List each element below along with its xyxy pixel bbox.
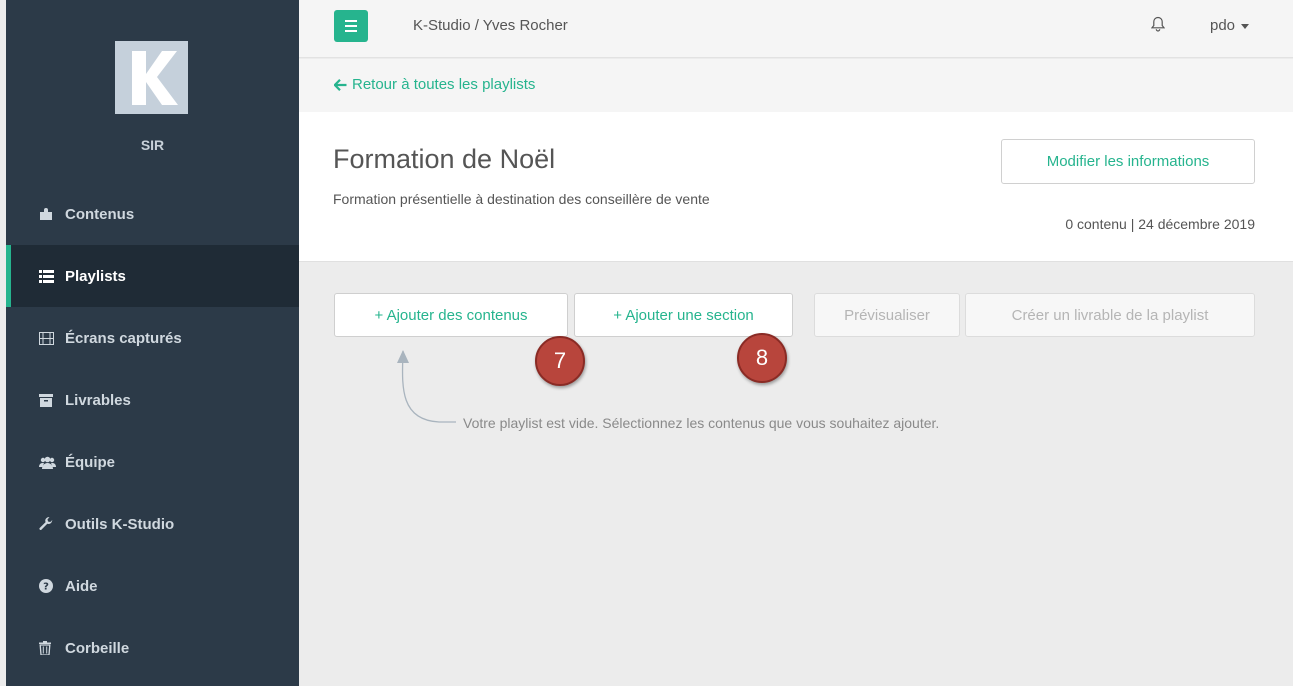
sidebar-item-label: Écrans capturés <box>65 329 182 347</box>
sidebar-item-label: Contenus <box>65 205 135 223</box>
sidebar-nav: Contenus Playlists Écrans capturés Livra… <box>6 183 299 679</box>
playlist-header: Formation de Noël Formation présentielle… <box>299 112 1293 262</box>
archive-icon <box>39 393 61 407</box>
puzzle-icon <box>39 207 61 221</box>
organization-name: SIR <box>140 137 165 153</box>
trash-icon <box>39 641 61 655</box>
sidebar-item-playlists[interactable]: Playlists <box>6 245 299 307</box>
sidebar-item-label: Outils K-Studio <box>65 515 175 533</box>
sidebar-item-label: Livrables <box>65 391 131 409</box>
sidebar-item-label: Playlists <box>65 267 126 285</box>
sidebar-item-ecrans-captures[interactable]: Écrans capturés <box>6 307 299 369</box>
hint-arrow-icon <box>397 350 456 423</box>
hamburger-icon <box>345 20 357 22</box>
users-icon <box>39 456 61 469</box>
logo <box>115 41 188 114</box>
sidebar-item-equipe[interactable]: Équipe <box>6 431 299 493</box>
callout-badge-8: 8 <box>737 333 787 383</box>
sidebar-item-label: Corbeille <box>65 639 130 657</box>
sidebar-item-contenus[interactable]: Contenus <box>6 183 299 245</box>
sidebar-item-corbeille[interactable]: Corbeille <box>6 617 299 679</box>
sidebar-item-aide[interactable]: ? Aide <box>6 555 299 617</box>
hamburger-icon <box>345 25 357 27</box>
playlist-meta: 0 contenu | 24 décembre 2019 <box>1065 216 1255 232</box>
back-bar: Retour à toutes les playlists <box>299 59 1293 112</box>
edit-info-button[interactable]: Modifier les informations <box>1001 139 1255 184</box>
add-section-button[interactable]: + Ajouter une section <box>574 293 793 337</box>
playlist-description: Formation présentielle à destination des… <box>333 191 710 207</box>
empty-playlist-hint: Votre playlist est vide. Sélectionnez le… <box>463 415 940 431</box>
menu-toggle-button[interactable] <box>334 10 368 42</box>
sidebar-item-label: Équipe <box>65 453 116 471</box>
username: pdo <box>1210 17 1236 34</box>
back-to-playlists-link[interactable]: Retour à toutes les playlists <box>334 76 535 93</box>
hamburger-icon <box>345 30 357 32</box>
breadcrumb: K-Studio / Yves Rocher <box>413 17 568 34</box>
page-title: Formation de Noël <box>333 144 556 174</box>
sidebar: SIR Contenus Playlists Écrans capturés L… <box>6 0 299 686</box>
notifications-bell-icon[interactable] <box>1150 16 1166 37</box>
create-deliverable-button: Créer un livrable de la playlist <box>965 293 1255 337</box>
question-circle-icon: ? <box>39 579 61 593</box>
add-content-button[interactable]: + Ajouter des contenus <box>334 293 568 337</box>
caret-down-icon <box>1241 23 1250 29</box>
callout-badge-7: 7 <box>535 336 585 386</box>
sidebar-item-label: Aide <box>65 577 98 595</box>
wrench-icon <box>39 517 61 531</box>
film-icon <box>39 331 61 345</box>
arrow-left-icon <box>334 78 347 91</box>
preview-button: Prévisualiser <box>814 293 960 337</box>
main-content: K-Studio / Yves Rocher pdo Retour à tout… <box>299 0 1293 686</box>
sidebar-item-livrables[interactable]: Livrables <box>6 369 299 431</box>
sidebar-item-outils[interactable]: Outils K-Studio <box>6 493 299 555</box>
svg-text:?: ? <box>43 582 49 593</box>
back-link-label: Retour à toutes les playlists <box>352 76 536 93</box>
list-icon <box>39 269 61 283</box>
user-menu[interactable]: pdo <box>1210 17 1250 34</box>
top-bar: K-Studio / Yves Rocher pdo <box>299 0 1293 58</box>
